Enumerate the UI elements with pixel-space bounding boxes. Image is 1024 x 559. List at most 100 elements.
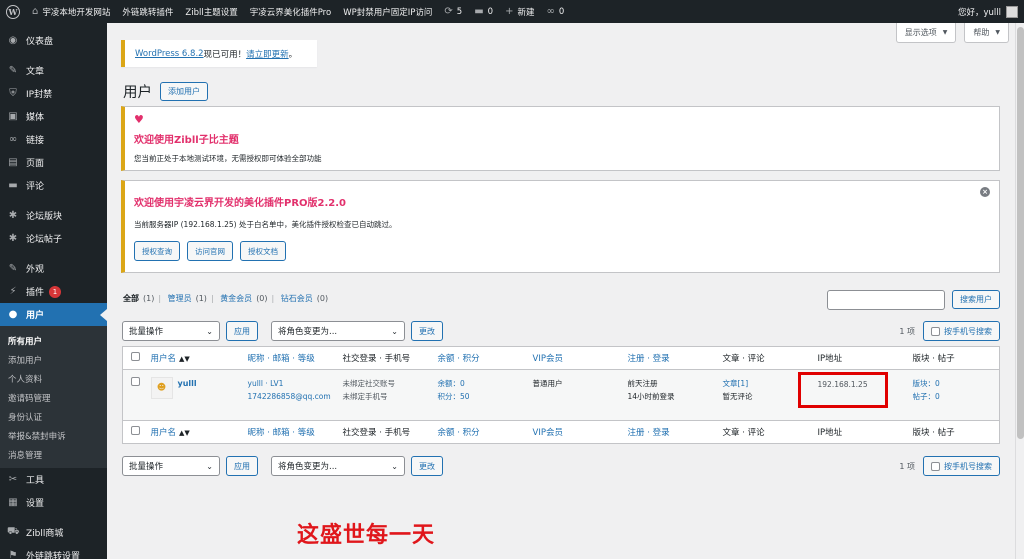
chevron-down-icon: ⌄	[206, 326, 213, 336]
change-role-button[interactable]: 更改	[411, 456, 443, 476]
menu-zibll-shop[interactable]: ⛟ Zibll商城	[0, 521, 107, 544]
search-input[interactable]	[827, 290, 945, 310]
menu-redirect-settings[interactable]: ⚑ 外链跳转设置	[0, 544, 107, 559]
filter-diamond-member[interactable]: 钻石会员	[281, 294, 313, 303]
menu-ip-ban[interactable]: ⛨ IP封禁	[0, 82, 107, 105]
scrollbar[interactable]	[1015, 23, 1024, 559]
user-email[interactable]: 1742286858@qq.com	[248, 390, 335, 403]
updates-icon: ⟳	[444, 6, 453, 17]
adminbar-link-beautify[interactable]: 宇凌云界美化插件Pro	[244, 0, 338, 23]
license-docs-button[interactable]: 授权文档	[240, 241, 286, 261]
redirect-icon: ⚑	[8, 550, 18, 559]
tablenav-top: 批量操作 ⌄ 应用 将角色变更为... ⌄ 更改 1 项 按手机号搜索	[122, 320, 1000, 342]
menu-plugins[interactable]: ⚡ 插件 1	[0, 280, 107, 303]
column-vip[interactable]: VIP会员	[524, 346, 620, 370]
menu-appearance[interactable]: ✎ 外观	[0, 257, 107, 280]
filter-administrator[interactable]: 管理员	[168, 294, 192, 303]
my-account[interactable]: 您好，yulll	[958, 5, 1024, 18]
vip-status: 普通用户	[524, 369, 620, 421]
scrollbar-thumb[interactable]	[1017, 27, 1024, 439]
change-role-select[interactable]: 将角色变更为... ⌄	[271, 321, 405, 341]
column-nickname[interactable]: 昵称 · 邮箱 · 等级	[239, 346, 335, 370]
menu-users[interactable]: ● 用户	[0, 303, 107, 326]
search-users-button[interactable]: 搜索用户	[952, 290, 1000, 309]
column-register[interactable]: 注册 · 登录	[619, 420, 715, 444]
menu-comments[interactable]: ▬ 评论	[0, 174, 107, 197]
submenu-identity[interactable]: 身份认证	[0, 407, 107, 426]
menu-forum-posts[interactable]: ✱ 论坛帖子	[0, 227, 107, 250]
column-vip[interactable]: VIP会员	[524, 420, 620, 444]
phone-search-button[interactable]: 按手机号搜索	[923, 456, 1000, 476]
column-username[interactable]: 用户名 ▲▼	[142, 346, 240, 370]
screen-options-button[interactable]: 显示选项 ▼	[895, 23, 957, 43]
apply-button[interactable]: 应用	[226, 321, 258, 341]
username-link[interactable]: yulll	[178, 377, 197, 390]
select-all-checkbox[interactable]	[131, 352, 140, 361]
comments-link[interactable]: ▬ 0	[468, 0, 499, 23]
filter-all[interactable]: 全部	[123, 294, 139, 303]
overlay-caption: 这盛世每一天	[297, 523, 436, 548]
menu-settings[interactable]: ▦ 设置	[0, 491, 107, 514]
column-nickname[interactable]: 昵称 · 邮箱 · 等级	[239, 420, 335, 444]
posts-link[interactable]: 文章[1]	[723, 377, 810, 390]
phone-status: 未绑定手机号	[342, 392, 388, 401]
user-nickname[interactable]: yulll · LV1	[248, 377, 335, 390]
update-now-link[interactable]: 请立即更新	[246, 48, 289, 60]
column-balance[interactable]: 余额 · 积分	[429, 346, 525, 370]
menu-tools[interactable]: ✂ 工具	[0, 468, 107, 491]
column-username[interactable]: 用户名 ▲▼	[142, 420, 240, 444]
item-count: 1 项	[899, 326, 915, 336]
chevron-down-icon: ⌄	[391, 326, 398, 336]
new-content-link[interactable]: + 新建	[499, 0, 540, 23]
column-balance[interactable]: 余额 · 积分	[429, 420, 525, 444]
submenu-add-user[interactable]: 添加用户	[0, 350, 107, 369]
wordpress-version-link[interactable]: WordPress 6.8.2	[135, 49, 204, 59]
menu-posts[interactable]: ✎ 文章	[0, 59, 107, 82]
column-posts: 文章 · 评论	[714, 420, 810, 444]
link-icon: ∞	[546, 6, 555, 17]
menu-pages[interactable]: ▤ 页面	[0, 151, 107, 174]
wp-logo-menu[interactable]: W	[0, 0, 26, 23]
table-header-row: 用户名 ▲▼ 昵称 · 邮箱 · 等级 社交登录 · 手机号 余额 · 积分 VI…	[122, 346, 1000, 370]
user-balance: 余额：0	[437, 379, 465, 388]
row-checkbox[interactable]	[131, 377, 140, 386]
change-role-button[interactable]: 更改	[411, 321, 443, 341]
page-title: 用户	[123, 85, 152, 101]
change-role-select[interactable]: 将角色变更为... ⌄	[271, 456, 405, 476]
bulk-action-select[interactable]: 批量操作 ⌄	[122, 456, 220, 476]
add-user-button[interactable]: 添加用户	[160, 82, 208, 101]
links-link[interactable]: ∞ 0	[540, 0, 570, 23]
select-all-checkbox[interactable]	[131, 426, 140, 435]
menu-media[interactable]: ▣ 媒体	[0, 105, 107, 128]
column-social: 社交登录 · 手机号	[334, 346, 430, 370]
adminbar-link-ipban[interactable]: WP封禁用户固定IP访问	[337, 0, 438, 23]
submenu-profile[interactable]: 个人资料	[0, 369, 107, 388]
column-register[interactable]: 注册 · 登录	[619, 346, 715, 370]
adminbar-link-redirect[interactable]: 外链跳转插件	[116, 0, 179, 23]
license-query-button[interactable]: 授权查询	[134, 241, 180, 261]
bulk-action-select[interactable]: 批量操作 ⌄	[122, 321, 220, 341]
submenu-invite-codes[interactable]: 邀请码管理	[0, 388, 107, 407]
dismiss-icon[interactable]: ×	[980, 187, 990, 197]
menu-links[interactable]: ∞ 链接	[0, 128, 107, 151]
admin-bar: W ⌂ 宇凌本地开发网站 外链跳转插件 Zibll主题设置 宇凌云界美化插件Pro…	[0, 0, 1024, 23]
forum-icon: ✱	[8, 210, 18, 221]
forum-threads-count[interactable]: 帖子：0	[913, 390, 1000, 403]
adminbar-link-zibll[interactable]: Zibll主题设置	[179, 0, 243, 23]
menu-dashboard[interactable]: ◉ 仪表盘	[0, 29, 107, 52]
updates-link[interactable]: ⟳ 5	[438, 0, 468, 23]
phone-search-button[interactable]: 按手机号搜索	[923, 321, 1000, 341]
visit-website-button[interactable]: 访问官网	[187, 241, 233, 261]
notice-title: 欢迎使用Zibll子比主题	[134, 135, 239, 146]
notice-title: 欢迎使用宇凌云界开发的美化插件PRO版2.2.0	[134, 198, 347, 209]
menu-forum-boards[interactable]: ✱ 论坛版块	[0, 204, 107, 227]
submenu-messages[interactable]: 消息管理	[0, 445, 107, 464]
submenu-reports[interactable]: 举报&禁封申诉	[0, 426, 107, 445]
filter-gold-member[interactable]: 黄金会员	[220, 294, 252, 303]
help-button[interactable]: 帮助 ▼	[964, 23, 1009, 43]
site-name-link[interactable]: ⌂ 宇凌本地开发网站	[26, 0, 116, 23]
submenu-all-users[interactable]: 所有用户	[0, 331, 107, 350]
forum-boards-count[interactable]: 版块：0	[913, 377, 1000, 390]
apply-button[interactable]: 应用	[226, 456, 258, 476]
avatar	[1006, 5, 1018, 18]
